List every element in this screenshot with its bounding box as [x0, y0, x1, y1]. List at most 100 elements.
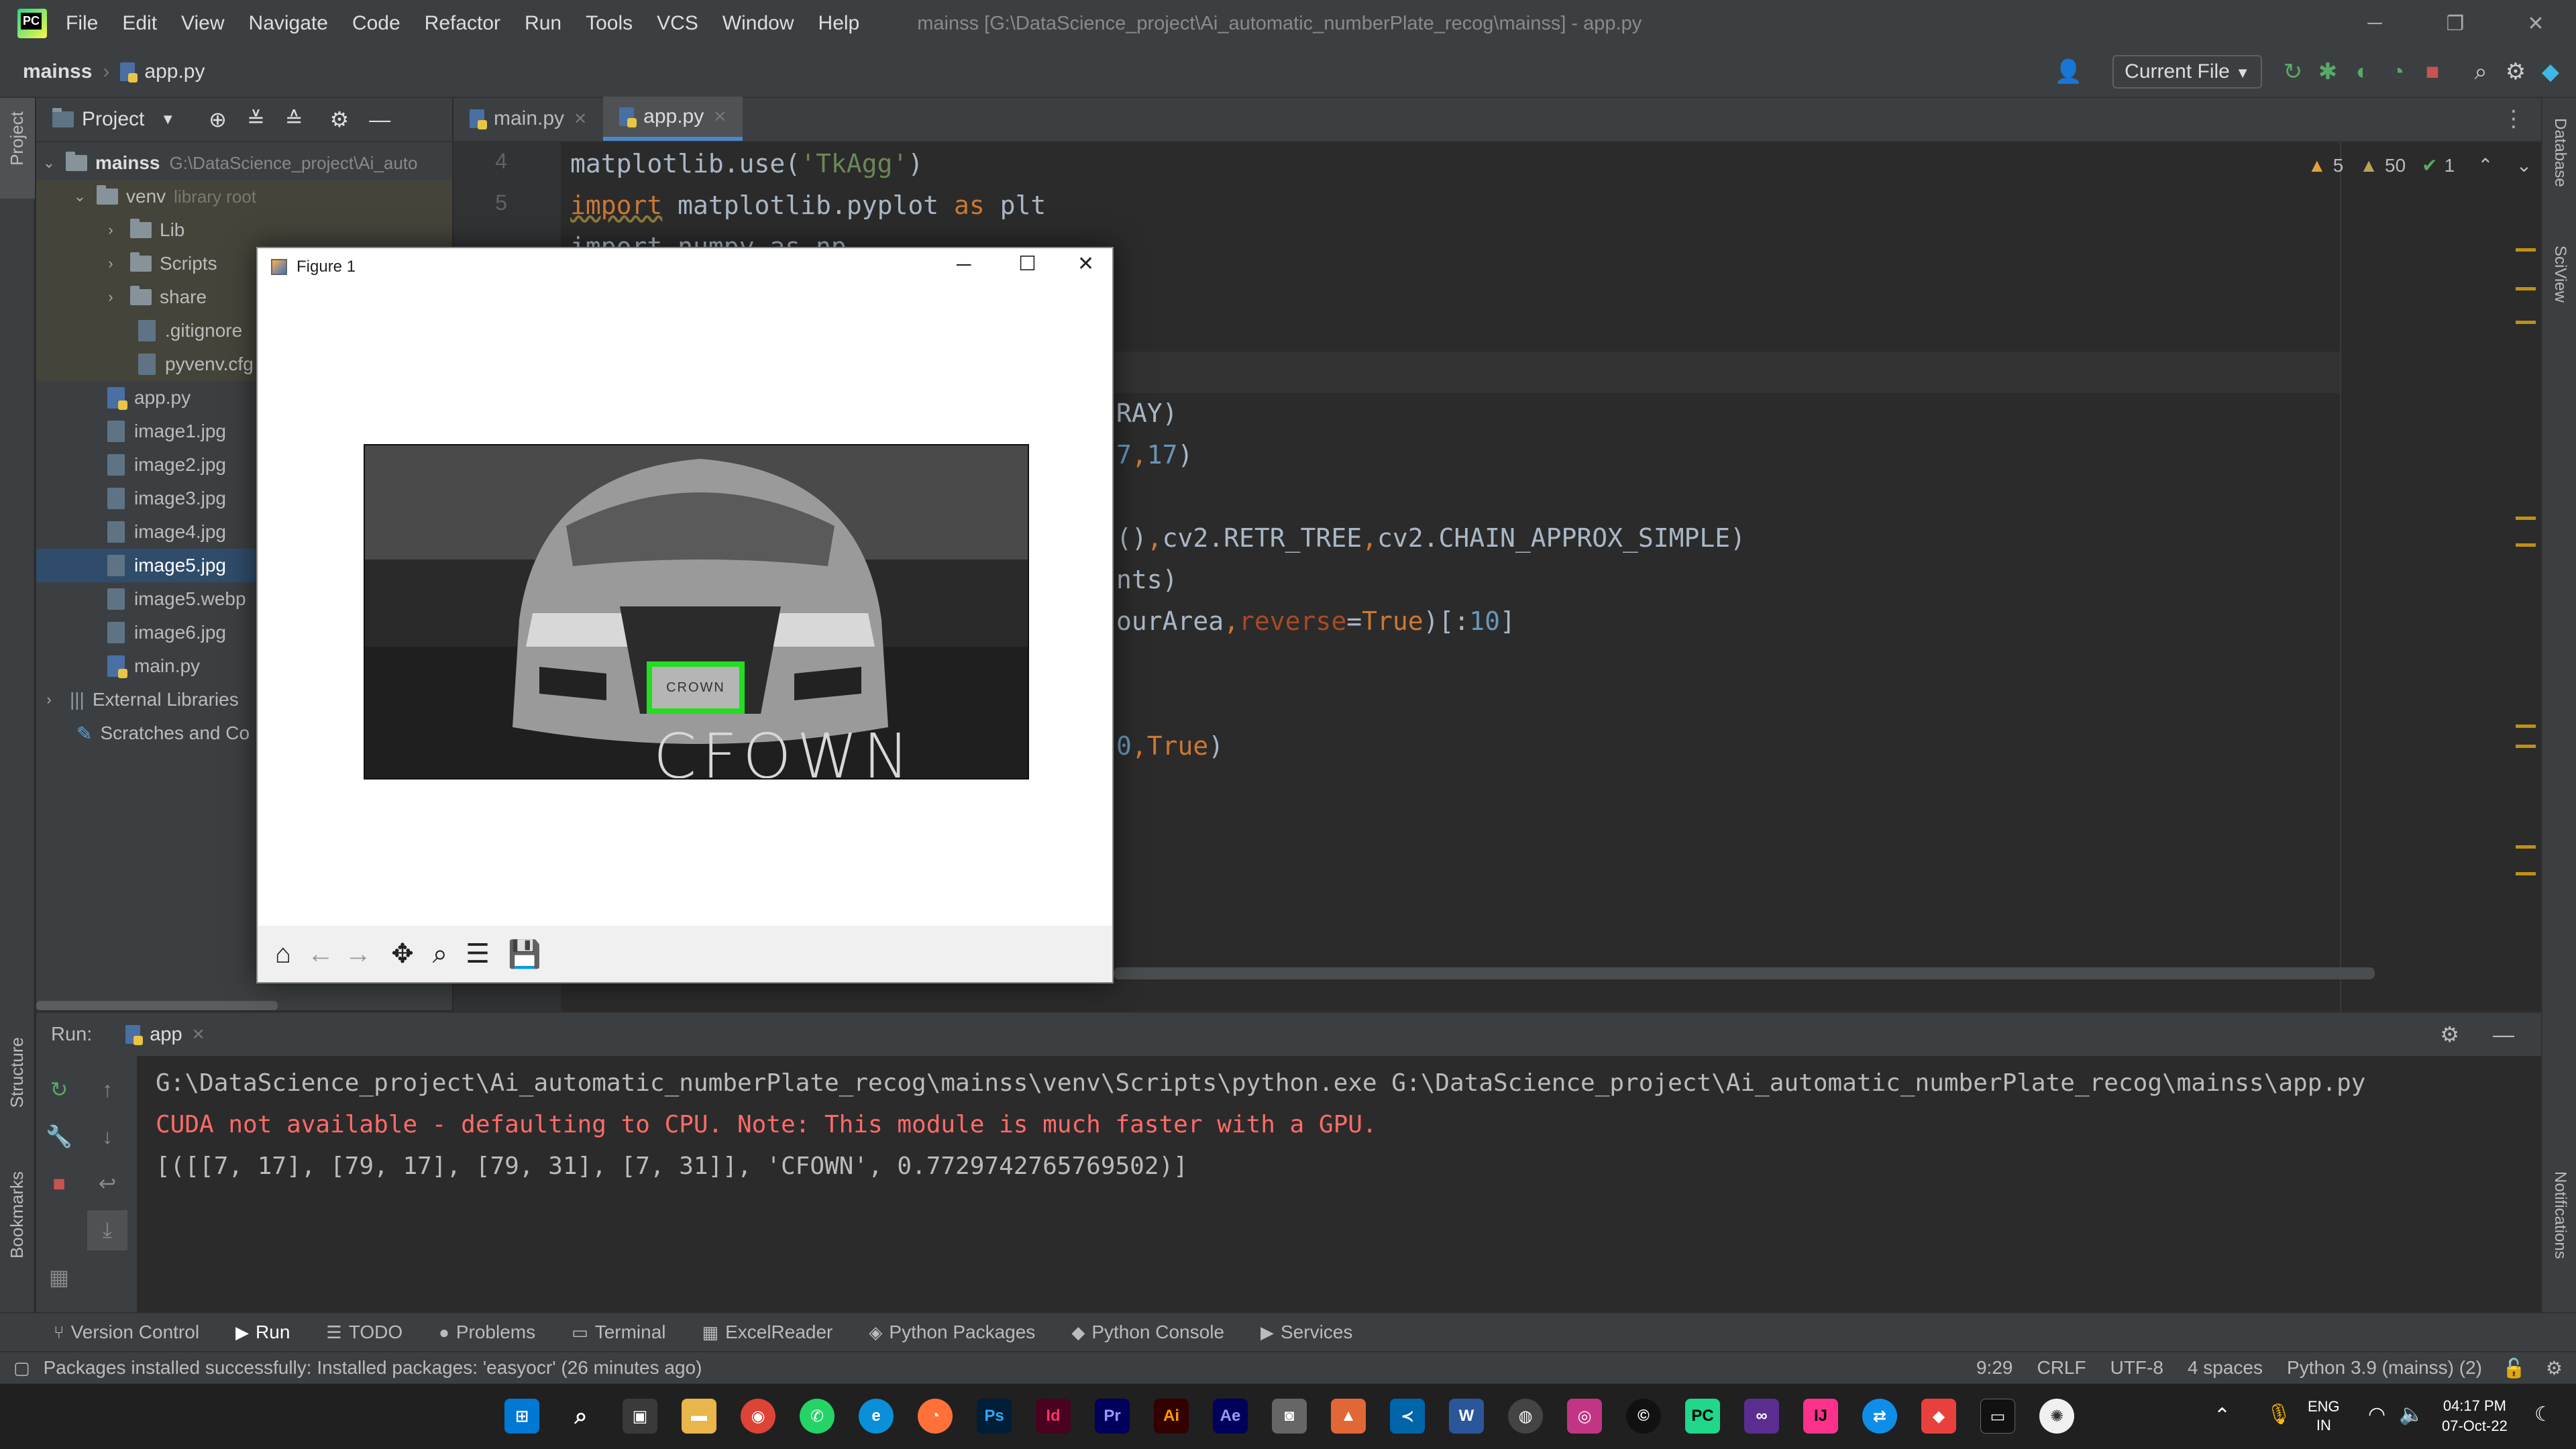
- settings-gear-icon[interactable]: ⚙: [2440, 1022, 2459, 1047]
- structure-tool-button[interactable]: Structure: [7, 1037, 28, 1108]
- stop-icon[interactable]: ■: [39, 1163, 79, 1203]
- soft-wrap-icon[interactable]: ↩: [87, 1163, 127, 1203]
- edge-icon[interactable]: e: [859, 1399, 894, 1434]
- close-tab-icon[interactable]: ✕: [192, 1025, 205, 1044]
- indent-setting[interactable]: 4 spaces: [2188, 1357, 2263, 1379]
- close-tab-icon[interactable]: ✕: [574, 109, 587, 129]
- expand-all-icon[interactable]: ≚: [247, 107, 265, 132]
- task-view-icon[interactable]: ▣: [623, 1399, 657, 1434]
- minimize-icon[interactable]: ─: [2341, 0, 2408, 47]
- illustrator-icon[interactable]: Ai: [1154, 1399, 1189, 1434]
- menu-window[interactable]: Window: [722, 12, 794, 35]
- scroll-down-icon[interactable]: ↓: [87, 1116, 127, 1157]
- gear-icon[interactable]: ⚙: [330, 107, 350, 132]
- locate-icon[interactable]: ⊕: [209, 107, 227, 132]
- wifi-icon[interactable]: ◠: [2368, 1403, 2385, 1426]
- tool-tab-python-packages[interactable]: ◈ Python Packages: [869, 1322, 1035, 1343]
- more-tabs-icon[interactable]: ⋮: [2502, 97, 2525, 141]
- intellij-icon[interactable]: IJ: [1803, 1399, 1838, 1434]
- sciview-tool-button[interactable]: SciView: [2551, 246, 2569, 303]
- matplotlib-taskbar-icon[interactable]: ✺: [2039, 1399, 2074, 1434]
- stripe-mark[interactable]: [2516, 745, 2536, 748]
- coverage-icon[interactable]: ◐: [2345, 54, 2380, 89]
- breadcrumb-file[interactable]: app.py: [144, 60, 205, 83]
- rerun-icon[interactable]: ↻: [2275, 54, 2310, 89]
- home-icon[interactable]: ⌂: [264, 935, 302, 973]
- menu-run[interactable]: Run: [525, 12, 561, 35]
- maximize-icon[interactable]: ☐: [1018, 252, 1036, 276]
- menu-help[interactable]: Help: [818, 12, 860, 35]
- chevron-up-icon[interactable]: ⌃: [2214, 1404, 2231, 1428]
- tab-main-py[interactable]: main.py ✕: [453, 97, 603, 141]
- tool-tab-terminal[interactable]: ▭ Terminal: [572, 1322, 665, 1343]
- user-icon[interactable]: 👤: [2051, 54, 2086, 89]
- search-icon[interactable]: ⌕: [564, 1399, 598, 1434]
- tool-tab-services[interactable]: ▶ Services: [1260, 1322, 1352, 1343]
- debug-icon[interactable]: ✱: [2310, 54, 2345, 89]
- vscode-icon[interactable]: ≺: [1390, 1399, 1425, 1434]
- file-explorer-icon[interactable]: ▬: [682, 1399, 716, 1434]
- hide-icon[interactable]: —: [2493, 1022, 2514, 1047]
- scroll-to-end-icon[interactable]: ⤓: [87, 1210, 127, 1250]
- microphone-icon[interactable]: 🎙: [2266, 1403, 2292, 1426]
- firefox-icon[interactable]: ◔: [918, 1399, 953, 1434]
- whatsapp-icon[interactable]: ✆: [800, 1399, 835, 1434]
- tab-app-py[interactable]: app.py ✕: [603, 97, 743, 141]
- collapse-all-icon[interactable]: ≙: [285, 107, 303, 132]
- restore-icon[interactable]: ❐: [2422, 0, 2489, 47]
- back-arrow-icon[interactable]: ←: [302, 935, 339, 973]
- file-encoding[interactable]: UTF-8: [2110, 1357, 2163, 1379]
- lock-icon[interactable]: 🔓: [2502, 1357, 2526, 1379]
- configure-subplots-icon[interactable]: ☰: [459, 935, 496, 973]
- project-tool-button[interactable]: Project: [7, 111, 28, 166]
- anydesk-icon[interactable]: ◆: [1921, 1399, 1956, 1434]
- menu-vcs[interactable]: VCS: [657, 12, 698, 35]
- stripe-mark[interactable]: [2516, 872, 2536, 875]
- stop-icon[interactable]: ■: [2415, 54, 2450, 89]
- menu-edit[interactable]: Edit: [122, 12, 157, 35]
- database-tool-button[interactable]: Database: [2551, 118, 2569, 187]
- menu-view[interactable]: View: [181, 12, 224, 35]
- pan-icon[interactable]: ✥: [384, 935, 421, 973]
- clock[interactable]: 04:17 PM 07-Oct-22: [2442, 1396, 2508, 1436]
- rerun-icon[interactable]: ↻: [39, 1069, 79, 1110]
- jetbrains-toolbox-icon[interactable]: ◆: [2533, 54, 2568, 89]
- close-icon[interactable]: ✕: [2502, 0, 2569, 47]
- menu-code[interactable]: Code: [352, 12, 400, 35]
- horizontal-scrollbar[interactable]: [36, 1001, 278, 1010]
- stripe-mark[interactable]: [2516, 543, 2536, 547]
- forward-arrow-icon[interactable]: →: [339, 935, 377, 973]
- menu-refactor[interactable]: Refactor: [425, 12, 500, 35]
- volume-icon[interactable]: 🔈: [2399, 1403, 2424, 1426]
- visual-studio-icon[interactable]: ∞: [1744, 1399, 1779, 1434]
- search-icon[interactable]: ⌕: [2463, 54, 2498, 89]
- stripe-mark[interactable]: [2516, 287, 2536, 290]
- teamviewer-icon[interactable]: ⇄: [1862, 1399, 1897, 1434]
- app-icon[interactable]: ◍: [1508, 1399, 1543, 1434]
- event-log-icon[interactable]: ⚙: [2546, 1357, 2563, 1379]
- stripe-mark[interactable]: [2516, 845, 2536, 849]
- zoom-icon[interactable]: ⌕: [421, 935, 459, 973]
- editor-horizontal-scrollbar[interactable]: [1114, 967, 2375, 979]
- premiere-icon[interactable]: Pr: [1095, 1399, 1130, 1434]
- tool-tab-python-console[interactable]: ◆ Python Console: [1071, 1322, 1224, 1343]
- tool-tab-todo[interactable]: ☰ TODO: [326, 1322, 402, 1343]
- chrome-icon[interactable]: ◉: [741, 1399, 775, 1434]
- app-icon[interactable]: ©: [1626, 1399, 1661, 1434]
- word-icon[interactable]: W: [1449, 1399, 1484, 1434]
- close-tab-icon[interactable]: ✕: [713, 107, 727, 127]
- tool-tab-excelreader[interactable]: ▦ ExcelReader: [702, 1322, 833, 1343]
- stripe-mark[interactable]: [2516, 321, 2536, 324]
- profile-icon[interactable]: ◔: [2380, 54, 2415, 89]
- project-panel-title[interactable]: Project: [82, 108, 144, 131]
- status-message[interactable]: Packages installed successfully: Install…: [44, 1357, 702, 1379]
- windows-start-icon[interactable]: ⊞: [504, 1399, 539, 1434]
- tool-tab-run[interactable]: ▶ Run: [235, 1322, 290, 1343]
- hide-icon[interactable]: —: [369, 107, 390, 132]
- notification-center-icon[interactable]: ☾: [2534, 1403, 2553, 1426]
- terminal-icon[interactable]: ▭: [1980, 1399, 2015, 1434]
- chevron-down-icon[interactable]: ▼: [160, 111, 175, 128]
- instagram-icon[interactable]: ◎: [1567, 1399, 1602, 1434]
- indesign-icon[interactable]: Id: [1036, 1399, 1071, 1434]
- notifications-tool-button[interactable]: Notifications: [2551, 1171, 2569, 1259]
